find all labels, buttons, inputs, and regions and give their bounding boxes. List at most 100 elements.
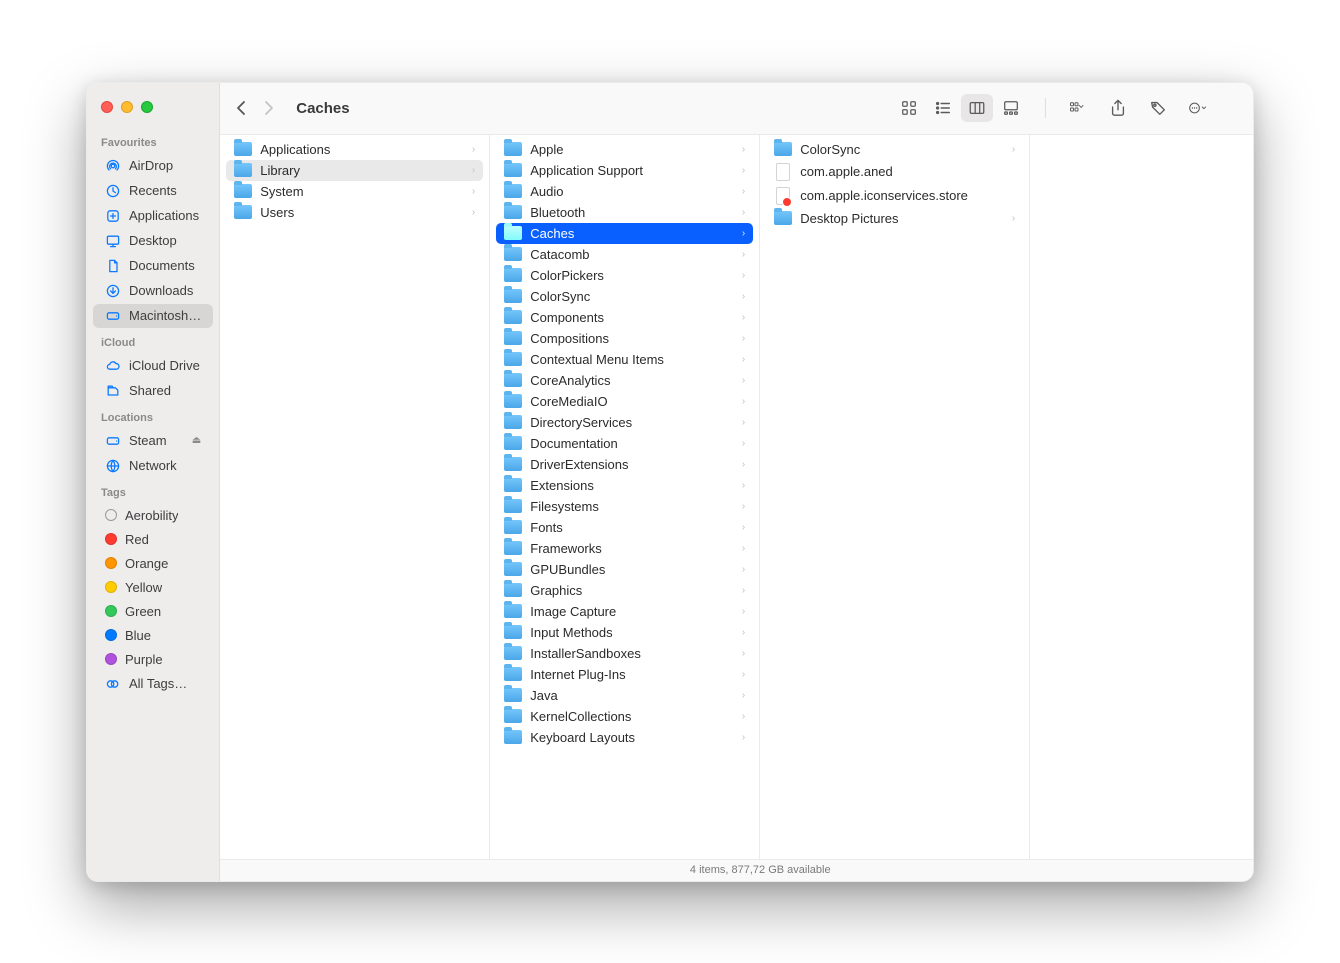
folder-icon [504,142,522,156]
file-row[interactable]: Internet Plug-Ins› [496,664,753,685]
file-row[interactable]: Extensions› [496,475,753,496]
sidebar-item[interactable]: Purple [93,648,213,671]
file-row[interactable]: KernelCollections› [496,706,753,727]
file-name: Application Support [530,163,643,178]
file-row[interactable]: Apple› [496,139,753,160]
file-row[interactable]: Java› [496,685,753,706]
sidebar-item[interactable]: Macintosh… [93,304,213,328]
file-row[interactable]: Filesystems› [496,496,753,517]
sidebar-item[interactable]: iCloud Drive [93,354,213,378]
file-row[interactable]: Image Capture› [496,601,753,622]
back-button[interactable] [234,100,248,116]
forward-button[interactable] [262,100,276,116]
list-view-button[interactable] [927,94,959,122]
chevron-right-icon: › [742,669,745,680]
file-row[interactable]: ColorSync› [766,139,1023,160]
file-row[interactable]: Audio› [496,181,753,202]
tags-button[interactable] [1142,94,1174,122]
file-row[interactable]: Input Methods› [496,622,753,643]
file-row[interactable]: CoreMediaIO› [496,391,753,412]
browser-column[interactable]: Applications›Library›System›Users› [220,135,490,859]
sidebar-item-label: Blue [125,628,151,643]
sidebar-item-label: Aerobility [125,508,178,523]
close-button[interactable] [101,101,113,113]
file-icon [776,163,790,181]
sidebar-item[interactable]: Shared [93,379,213,403]
sidebar-item[interactable]: Red [93,528,213,551]
browser-column[interactable] [1030,135,1254,859]
sidebar-item[interactable]: Downloads [93,279,213,303]
file-row[interactable]: com.apple.iconservices.store [766,184,1023,208]
sidebar-item[interactable]: Applications [93,204,213,228]
sidebar-item[interactable]: Documents [93,254,213,278]
folder-icon [504,688,522,702]
zoom-button[interactable] [141,101,153,113]
file-row[interactable]: com.apple.aned [766,160,1023,184]
chevron-right-icon: › [742,354,745,365]
file-row[interactable]: DirectoryServices› [496,412,753,433]
file-name: com.apple.iconservices.store [800,188,968,203]
column-view-button[interactable] [961,94,993,122]
folder-icon [504,604,522,618]
group-by-button[interactable] [1062,94,1094,122]
folder-icon [504,310,522,324]
icon-view-button[interactable] [893,94,925,122]
file-row[interactable]: DriverExtensions› [496,454,753,475]
sidebar-item[interactable]: Steam⏏ [93,429,213,453]
chevron-right-icon: › [742,165,745,176]
file-row[interactable]: ColorSync› [496,286,753,307]
file-row[interactable]: Compositions› [496,328,753,349]
gallery-view-button[interactable] [995,94,1027,122]
file-row[interactable]: Application Support › [496,160,753,181]
browser-column[interactable]: Apple›Application Support›Audio›Bluetoot… [490,135,760,859]
sidebar-item[interactable]: Orange [93,552,213,575]
sidebar-item[interactable]: Green [93,600,213,623]
file-row[interactable]: CoreAnalytics› [496,370,753,391]
sidebar-item[interactable]: Blue [93,624,213,647]
sidebar-item[interactable]: Desktop [93,229,213,253]
sidebar-item[interactable]: Yellow [93,576,213,599]
file-row[interactable]: Users› [226,202,483,223]
file-name: Fonts [530,520,563,535]
file-row[interactable]: Caches› [496,223,753,244]
shared-icon [105,383,121,399]
file-name: ColorSync [530,289,590,304]
sidebar-item[interactable]: AirDrop [93,154,213,178]
file-row[interactable]: Frameworks› [496,538,753,559]
chevron-right-icon: › [472,186,475,197]
sidebar-item[interactable]: Aerobility [93,504,213,527]
file-row[interactable]: InstallerSandboxes› [496,643,753,664]
folder-icon [504,499,522,513]
sidebar-section-header: Favourites [87,129,219,153]
file-row[interactable]: Library› [226,160,483,181]
file-row[interactable]: GPUBundles› [496,559,753,580]
minimize-button[interactable] [121,101,133,113]
share-button[interactable] [1102,94,1134,122]
sidebar-item-label: Green [125,604,161,619]
action-menu-button[interactable] [1182,94,1214,122]
sidebar-item[interactable]: Network [93,454,213,478]
file-row[interactable]: Graphics› [496,580,753,601]
file-row[interactable]: Catacomb› [496,244,753,265]
file-row[interactable]: System› [226,181,483,202]
sidebar-item[interactable]: All Tags… [93,672,213,696]
file-row[interactable]: Keyboard Layouts› [496,727,753,748]
chevron-right-icon: › [742,186,745,197]
hdd-icon [105,308,121,324]
eject-icon[interactable]: ⏏ [192,435,201,446]
file-name: Apple [530,142,563,157]
file-row[interactable]: Applications› [226,139,483,160]
file-row[interactable]: Components› [496,307,753,328]
folder-icon [504,478,522,492]
chevron-right-icon: › [742,501,745,512]
file-row[interactable]: Contextual Menu Items› [496,349,753,370]
folder-icon [774,142,792,156]
file-row[interactable]: Desktop Pictures› [766,208,1023,229]
file-row[interactable]: Documentation› [496,433,753,454]
sidebar-item[interactable]: Recents [93,179,213,203]
file-row[interactable]: Bluetooth› [496,202,753,223]
file-row[interactable]: Fonts› [496,517,753,538]
browser-column[interactable]: ColorSync›com.apple.aned com.apple.iconse… [760,135,1030,859]
file-row[interactable]: ColorPickers› [496,265,753,286]
folder-icon [774,211,792,225]
